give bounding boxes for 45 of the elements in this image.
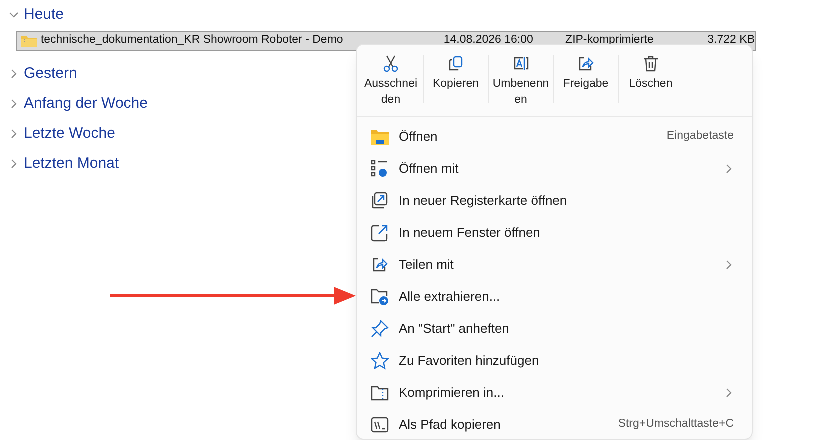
menu-item-label: Teilen mit (399, 256, 455, 274)
trash-icon (642, 55, 660, 73)
menu-item-label: Öffnen (399, 128, 439, 146)
menu-item[interactable]: Zu Favoriten hinzufügen (357, 345, 752, 377)
menu-item[interactable]: Als Pfad kopieren Strg+Umschalttaste+C (357, 409, 752, 439)
menu-item-label: An "Start" anheften (399, 320, 510, 338)
compress-folder-icon (371, 384, 389, 402)
share-icon (577, 55, 595, 73)
folder-arrow-icon (371, 288, 389, 306)
copy-icon (447, 55, 465, 73)
file-name: technische_dokumentation_KR Showroom Roboter - Demo (40, 33, 344, 48)
zip-folder-icon (21, 35, 37, 47)
star-icon (371, 352, 389, 370)
menu-item[interactable]: In neuem Fenster öffnen (357, 217, 752, 249)
menu-item-label: Komprimieren in... (399, 384, 506, 402)
rename-icon (512, 55, 530, 73)
new-window-icon (371, 224, 389, 242)
menu-item-label: Zu Favoriten hinzufügen (399, 352, 540, 370)
menu-item-label: Alle extrahieren... (399, 288, 502, 306)
shortcut-hint: Eingabetaste (666, 129, 734, 144)
group-header[interactable]: Heute (24, 4, 64, 26)
menu-item[interactable]: Alle extrahieren... (357, 281, 752, 313)
new-tab-icon (371, 192, 389, 210)
menu-item-label: In neuem Fenster öffnen (399, 224, 542, 242)
menu-item[interactable]: An "Start" anheften (357, 313, 752, 345)
group-header[interactable]: Letzten Monat (24, 152, 120, 176)
menu-item-label: In neuer Registerkarte öffnen (399, 192, 568, 210)
file-size: 3.722 KB (706, 33, 755, 48)
group-header[interactable]: Letzte Woche (24, 122, 116, 146)
share-icon (371, 256, 389, 274)
folder-icon (371, 129, 389, 145)
menu-item[interactable]: Öffnen mit (357, 153, 752, 185)
group-header[interactable]: Gestern (24, 62, 78, 86)
menu-item[interactable]: In neuer Registerkarte öffnen (357, 185, 752, 217)
path-icon (371, 416, 389, 434)
menu-item-label: Als Pfad kopieren (399, 416, 502, 434)
pin-icon (371, 320, 389, 338)
menu-item[interactable]: Teilen mit (357, 249, 752, 281)
menu-item[interactable]: Öffnen Eingabetaste (357, 121, 752, 153)
menu-item[interactable]: Komprimieren in... (357, 377, 752, 409)
group-header[interactable]: Anfang der Woche (24, 92, 148, 116)
scissors-icon (382, 55, 400, 73)
shortcut-hint: Strg+Umschalttaste+C (618, 417, 734, 432)
open-with-icon (371, 160, 389, 178)
menu-item-label: Öffnen mit (399, 160, 460, 178)
